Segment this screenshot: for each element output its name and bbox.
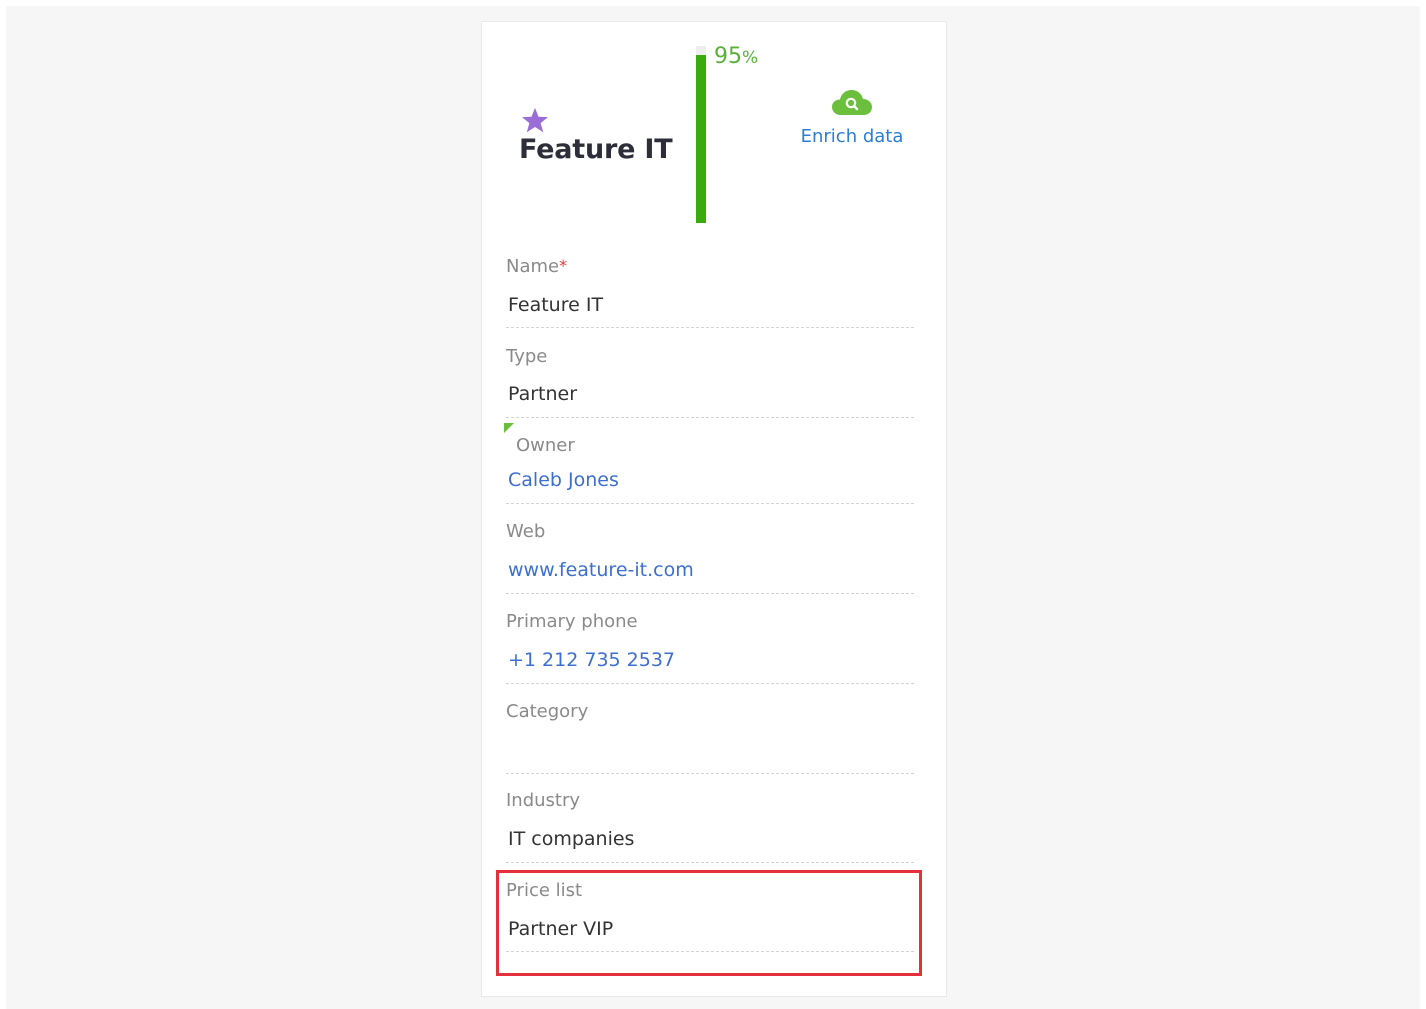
primary-phone-label: Primary phone [506, 611, 638, 632]
enrich-data-button[interactable]: Enrich data [796, 88, 908, 147]
industry-field[interactable]: Industry IT companies [506, 790, 914, 863]
required-mark: * [559, 256, 568, 275]
completeness-value: 95 [714, 44, 742, 69]
type-label: Type [506, 346, 548, 367]
name-label: Name* [506, 256, 568, 277]
category-field[interactable]: Category [506, 701, 914, 774]
name-field[interactable]: Name* Feature IT [506, 256, 914, 328]
completeness-indicator[interactable]: 95% [714, 44, 758, 69]
completeness-unit: % [742, 48, 759, 68]
category-label: Category [506, 701, 589, 722]
owner-label: Owner [516, 435, 575, 456]
type-field[interactable]: Type Partner [506, 346, 914, 418]
account-logo-text: Feature IT [519, 134, 673, 165]
owner-field[interactable]: Owner Caleb Jones [504, 423, 914, 504]
enrich-data-label: Enrich data [800, 126, 904, 147]
owner-link[interactable]: Caleb Jones [508, 469, 619, 491]
price-list-highlight [496, 870, 922, 976]
primary-phone-link[interactable]: +1 212 735 2537 [508, 649, 675, 671]
type-value[interactable]: Partner [508, 383, 577, 405]
completeness-bar-fill [696, 54, 706, 223]
primary-phone-field[interactable]: Primary phone +1 212 735 2537 [506, 611, 914, 684]
industry-value[interactable]: IT companies [508, 828, 634, 850]
name-value[interactable]: Feature IT [508, 294, 603, 316]
web-field[interactable]: Web www.feature-it.com [506, 521, 914, 594]
changed-indicator-icon [504, 423, 514, 433]
completeness-bar [696, 46, 706, 223]
web-link[interactable]: www.feature-it.com [508, 559, 694, 581]
cloud-search-icon [796, 88, 908, 118]
industry-label: Industry [506, 790, 581, 811]
web-label: Web [506, 521, 546, 542]
